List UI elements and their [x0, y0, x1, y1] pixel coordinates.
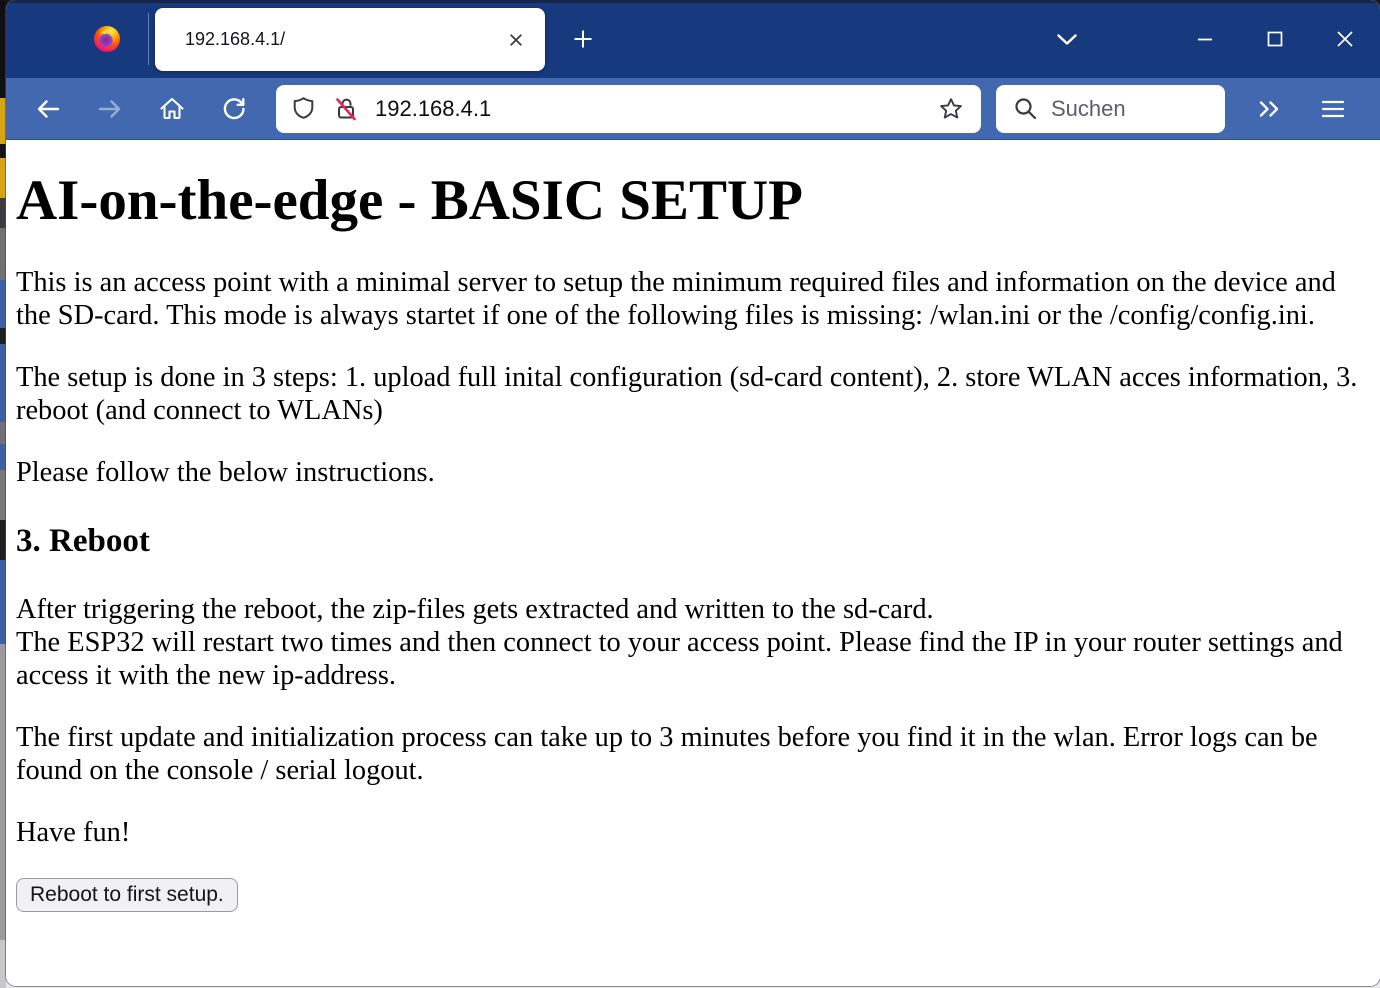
arrow-right-icon: [97, 97, 123, 121]
search-input[interactable]: [1051, 96, 1215, 122]
site-identity-box[interactable]: [290, 95, 359, 122]
toolbar-overflow-button[interactable]: [1249, 89, 1289, 129]
text-line: the SD-card. This mode is always startet…: [16, 299, 1376, 332]
steps-paragraph: The setup is done in 3 steps: 1. upload …: [16, 361, 1376, 427]
text-line: This is an access point with a minimal s…: [16, 266, 1376, 299]
page-content: AI-on-the-edge - BASIC SETUP This is an …: [6, 140, 1380, 986]
magnifier-icon: [1012, 95, 1039, 122]
bookmark-star-button[interactable]: [933, 91, 969, 127]
reboot-info-paragraph: After triggering the reboot, the zip-fil…: [16, 593, 1376, 692]
follow-paragraph: Please follow the below instructions.: [16, 456, 1376, 489]
reload-icon: [220, 95, 248, 123]
browser-window: 192.168.4.1/: [6, 0, 1380, 986]
window-close-button[interactable]: [1322, 20, 1368, 58]
new-tab-button[interactable]: [564, 21, 602, 57]
browser-titlebar: 192.168.4.1/: [6, 0, 1380, 78]
search-bar[interactable]: [996, 85, 1225, 133]
section-heading-reboot: 3. Reboot: [16, 522, 1376, 560]
reload-button[interactable]: [214, 89, 254, 129]
text-line: reboot (and connect to WLANs): [16, 394, 1376, 427]
closing-paragraph: Have fun!: [16, 816, 1376, 849]
text-line: The setup is done in 3 steps: 1. upload …: [16, 361, 1376, 394]
text-line: Please follow the below instructions.: [16, 456, 1376, 489]
tab-title: 192.168.4.1/: [185, 29, 499, 50]
url-bar[interactable]: [276, 85, 981, 133]
text-line: The ESP32 will restart two times and the…: [16, 626, 1376, 659]
intro-paragraph: This is an access point with a minimal s…: [16, 266, 1376, 332]
chevron-down-icon: [1055, 32, 1079, 48]
forward-button[interactable]: [90, 89, 130, 129]
text-line: After triggering the reboot, the zip-fil…: [16, 593, 1376, 626]
text-line: access it with the new ip-address.: [16, 659, 1376, 692]
back-button[interactable]: [28, 89, 68, 129]
minimize-icon: [1197, 31, 1213, 47]
window-minimize-button[interactable]: [1182, 20, 1228, 58]
reboot-button[interactable]: Reboot to first setup.: [16, 878, 238, 912]
tab-close-button[interactable]: [499, 23, 533, 57]
shield-icon[interactable]: [290, 95, 317, 122]
window-maximize-button[interactable]: [1252, 20, 1298, 58]
url-input[interactable]: [375, 96, 933, 122]
double-chevron-right-icon: [1255, 97, 1283, 121]
home-icon: [158, 95, 186, 123]
plus-icon: [571, 27, 595, 51]
firefox-logo-icon[interactable]: [92, 24, 122, 54]
text-line: found on the console / serial logout.: [16, 754, 1376, 787]
browser-tab-active[interactable]: 192.168.4.1/: [155, 8, 545, 71]
tab-separator: [148, 13, 149, 65]
text-line: The first update and initialization proc…: [16, 721, 1376, 754]
browser-toolbar: [6, 78, 1380, 140]
close-icon: [506, 30, 526, 50]
text-line: Have fun!: [16, 816, 1376, 849]
update-note-paragraph: The first update and initialization proc…: [16, 721, 1376, 787]
home-button[interactable]: [152, 89, 192, 129]
insecure-lock-icon[interactable]: [333, 95, 359, 122]
hamburger-icon: [1320, 98, 1346, 120]
arrow-left-icon: [35, 97, 61, 121]
maximize-icon: [1267, 31, 1283, 47]
star-icon: [937, 95, 965, 123]
close-icon: [1336, 30, 1354, 48]
menu-button[interactable]: [1313, 89, 1353, 129]
page-title: AI-on-the-edge - BASIC SETUP: [16, 170, 1376, 232]
tab-list-button[interactable]: [1046, 22, 1088, 58]
